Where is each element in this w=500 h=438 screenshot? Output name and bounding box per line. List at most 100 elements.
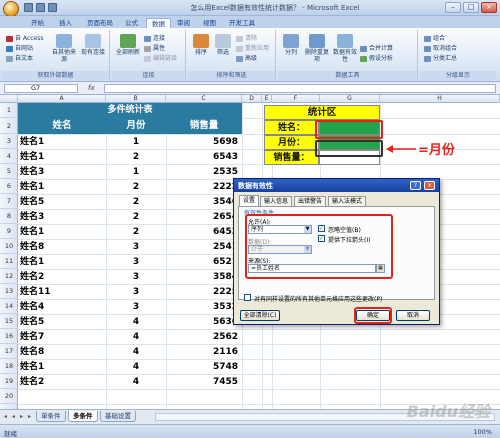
close-button[interactable]: × (481, 2, 497, 13)
tab-view[interactable]: 视图 (198, 18, 221, 28)
row-sales-cell[interactable]: 2225 (166, 285, 238, 300)
tab-home[interactable]: 开始 (26, 18, 49, 28)
row-header[interactable]: 20 (0, 389, 18, 404)
row-name-cell[interactable]: 姓名2 (20, 375, 104, 390)
row-header[interactable]: 11 (0, 254, 18, 269)
data-validation-button[interactable]: 数据有效性 (332, 34, 358, 63)
row-name-cell[interactable]: 姓名8 (20, 345, 104, 360)
row-header[interactable]: 8 (0, 209, 18, 224)
row-name-cell[interactable]: 姓名1 (20, 255, 104, 270)
tab-review[interactable]: 审阅 (172, 18, 195, 28)
zoom-level[interactable]: 100% (473, 428, 492, 436)
help-button[interactable]: ? (410, 181, 421, 190)
from-web-button[interactable]: 自网站 (6, 43, 33, 52)
row-month-cell[interactable]: 3 (106, 270, 166, 285)
refresh-all-button[interactable]: 全部刷新 (116, 34, 140, 56)
row-sales-cell[interactable]: 5748 (166, 360, 238, 375)
save-icon[interactable] (24, 3, 33, 12)
row-month-cell[interactable]: 3 (106, 255, 166, 270)
prev-sheet-icon[interactable]: ◂ (10, 413, 17, 421)
ungroup-button[interactable]: 取消组合 (424, 43, 457, 52)
row-sales-cell[interactable]: 2562 (166, 330, 238, 345)
group-button[interactable]: 组合 (424, 33, 445, 42)
row-sales-cell[interactable]: 2654 (166, 210, 238, 225)
row-month-cell[interactable]: 3 (106, 285, 166, 300)
row-header[interactable]: 19 (0, 374, 18, 389)
from-text-button[interactable]: 自文本 (6, 53, 33, 62)
row-name-cell[interactable]: 姓名5 (20, 195, 104, 210)
row-month-cell[interactable]: 2 (106, 150, 166, 165)
row-month-cell[interactable]: 2 (106, 225, 166, 240)
redo-icon[interactable] (48, 3, 57, 12)
last-sheet-icon[interactable]: ▸ (26, 413, 33, 421)
advanced-button[interactable]: 高级 (236, 53, 257, 62)
row-header[interactable]: 17 (0, 344, 18, 359)
row-month-cell[interactable]: 4 (106, 315, 166, 330)
row-sales-cell[interactable]: 6543 (166, 150, 238, 165)
text-to-columns-button[interactable]: 分列 (280, 34, 302, 56)
sheet-tab-settings[interactable]: 基础设置 (100, 411, 136, 422)
column-header-e[interactable]: E (262, 95, 272, 103)
undo-icon[interactable] (36, 3, 45, 12)
dialog-tab-settings[interactable]: 设置 (239, 195, 260, 206)
row-sales-cell[interactable]: 5636 (166, 315, 238, 330)
row-header[interactable]: 7 (0, 194, 18, 209)
row-header[interactable]: 16 (0, 329, 18, 344)
minimize-button[interactable]: – (445, 2, 461, 13)
column-header-b[interactable]: B (106, 95, 166, 103)
row-sales-cell[interactable]: 3584 (166, 270, 238, 285)
row-header[interactable]: 13 (0, 284, 18, 299)
row-name-cell[interactable]: 姓名2 (20, 270, 104, 285)
row-name-cell[interactable]: 姓名8 (20, 240, 104, 255)
dialog-tab-error-alert[interactable]: 出错警告 (294, 196, 327, 206)
row-header[interactable]: 12 (0, 269, 18, 284)
row-header[interactable]: 9 (0, 224, 18, 239)
row-month-cell[interactable]: 4 (106, 360, 166, 375)
row-header[interactable]: 2 (0, 118, 18, 134)
row-sales-cell[interactable]: 3532 (166, 300, 238, 315)
row-month-cell[interactable]: 4 (106, 345, 166, 360)
row-header[interactable]: 10 (0, 239, 18, 254)
row-month-cell[interactable]: 3 (106, 240, 166, 255)
tab-page-layout[interactable]: 页面布局 (82, 18, 118, 28)
row-month-cell[interactable]: 2 (106, 180, 166, 195)
from-access-button[interactable]: 自 Access (6, 33, 43, 42)
row-header[interactable]: 14 (0, 299, 18, 314)
tab-developer[interactable]: 开发工具 (224, 18, 260, 28)
row-name-cell[interactable]: 姓名1 (20, 360, 104, 375)
row-name-cell[interactable]: 姓名1 (20, 180, 104, 195)
column-header-c[interactable]: C (166, 95, 242, 103)
what-if-button[interactable]: 假设分析 (360, 53, 393, 62)
clear-button[interactable]: 清除 (236, 33, 257, 42)
filter-button[interactable]: 筛选 (214, 34, 232, 56)
column-header-h[interactable]: H (380, 95, 500, 103)
row-header[interactable]: 3 (0, 134, 18, 149)
remove-duplicates-button[interactable]: 删除重复项 (304, 34, 330, 63)
first-sheet-icon[interactable]: ◂ (2, 413, 9, 421)
reapply-button[interactable]: 重新应用 (236, 43, 269, 52)
fx-icon[interactable]: fx (88, 84, 95, 92)
sort-button[interactable]: 排序 (192, 34, 210, 56)
tab-data[interactable]: 数据 (146, 18, 171, 28)
row-sales-cell[interactable]: 2541 (166, 240, 238, 255)
next-sheet-icon[interactable]: ▸ (18, 413, 25, 421)
row-name-cell[interactable]: 姓名11 (20, 285, 104, 300)
row-name-cell[interactable]: 姓名1 (20, 135, 104, 150)
row-header[interactable]: 15 (0, 314, 18, 329)
row-sales-cell[interactable]: 2222 (166, 180, 238, 195)
name-box[interactable]: G7 (4, 84, 78, 93)
column-header-g[interactable]: G (320, 95, 380, 103)
tab-formulas[interactable]: 公式 (120, 18, 143, 28)
row-sales-cell[interactable]: 3546 (166, 195, 238, 210)
row-name-cell[interactable]: 姓名5 (20, 315, 104, 330)
column-header-d[interactable]: D (242, 95, 262, 103)
select-all-corner[interactable] (0, 95, 18, 103)
row-name-cell[interactable]: 姓名3 (20, 165, 104, 180)
row-sales-cell[interactable]: 2535 (166, 165, 238, 180)
dialog-close-button[interactable]: × (424, 181, 435, 190)
row-month-cell[interactable]: 1 (106, 165, 166, 180)
row-header[interactable]: 1 (0, 103, 18, 118)
row-month-cell[interactable]: 2 (106, 210, 166, 225)
row-month-cell[interactable]: 2 (106, 195, 166, 210)
column-header-a[interactable]: A (18, 95, 106, 103)
